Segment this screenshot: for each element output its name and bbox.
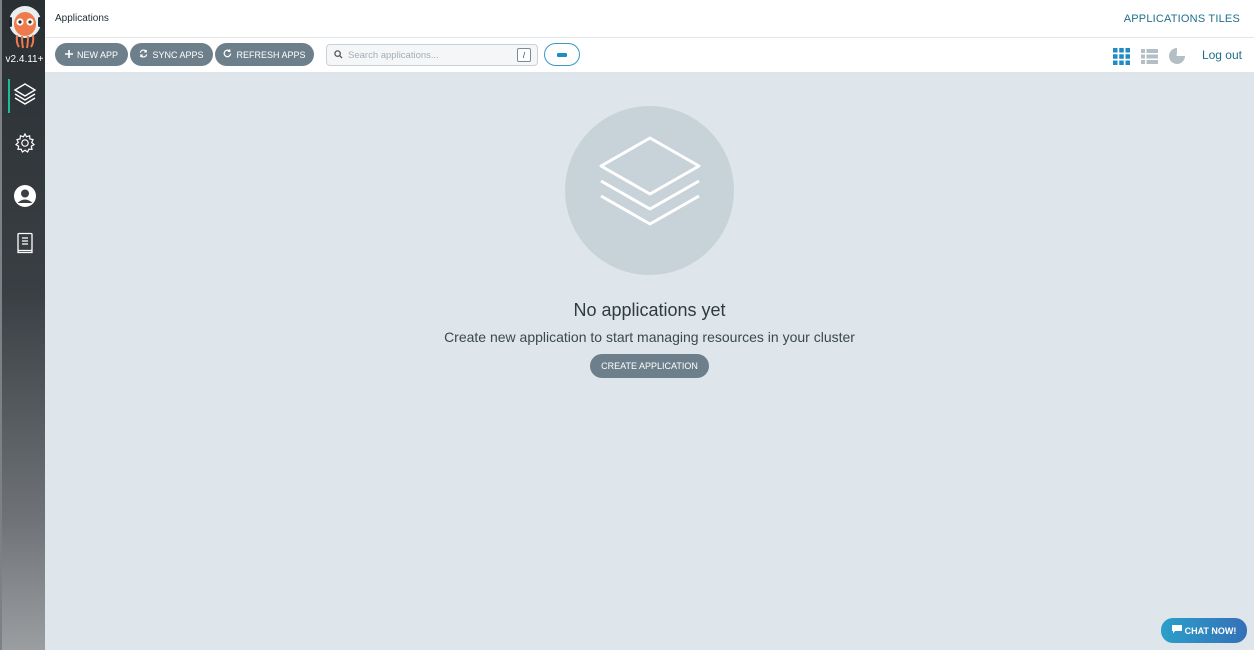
sidebar-item-user-info[interactable] — [6, 181, 44, 215]
sidebar-item-documentation[interactable] — [6, 228, 44, 262]
tiles-view-icon[interactable] — [1112, 47, 1130, 65]
top-bar: Applications APPLICATIONS TILES — [45, 0, 1254, 38]
empty-state-illustration — [565, 106, 734, 275]
chat-now-label: CHAT NOW! — [1184, 625, 1237, 636]
logout-link[interactable]: Log out — [1202, 48, 1242, 62]
sync-apps-button[interactable]: SYNC APPS — [130, 43, 213, 66]
user-icon — [13, 184, 37, 213]
new-app-label: NEW APP — [77, 49, 119, 60]
argo-logo-icon[interactable] — [7, 5, 43, 49]
sync-apps-label: SYNC APPS — [152, 49, 204, 60]
docs-icon — [16, 232, 34, 259]
view-title: APPLICATIONS TILES — [1123, 13, 1240, 25]
main-content: No applications yet Create new applicati… — [45, 73, 1254, 650]
search-icon — [334, 46, 343, 64]
new-app-button[interactable]: NEW APP — [55, 43, 128, 66]
sidebar-item-applications[interactable] — [6, 79, 44, 113]
empty-state-subtitle: Create new application to start managing… — [444, 329, 855, 345]
minus-icon — [557, 52, 567, 57]
search-input[interactable] — [348, 49, 508, 61]
chat-bubble-icon — [1171, 625, 1182, 636]
sidebar-item-settings[interactable] — [6, 128, 44, 162]
filters-toggle-button[interactable] — [544, 43, 580, 66]
refresh-icon — [223, 49, 232, 60]
chat-now-button[interactable]: CHAT NOW! — [1161, 618, 1247, 643]
list-view-icon[interactable] — [1140, 47, 1158, 65]
toolbar: NEW APP SYNC APPS REFRESH APPS / — [45, 38, 1254, 73]
search-box: / — [326, 44, 538, 66]
sync-icon — [139, 49, 148, 60]
sidebar: v2.4.11+ — [0, 0, 45, 650]
refresh-apps-label: REFRESH APPS — [236, 49, 306, 60]
page-title: Applications — [55, 13, 109, 24]
version-label: v2.4.11+ — [5, 54, 44, 65]
search-shortcut-key: / — [517, 48, 531, 62]
refresh-apps-button[interactable]: REFRESH APPS — [215, 43, 314, 66]
summary-pie-icon[interactable] — [1168, 47, 1186, 65]
layers-icon — [598, 136, 702, 245]
create-application-button[interactable]: CREATE APPLICATION — [590, 354, 709, 378]
empty-state-title: No applications yet — [573, 300, 726, 320]
view-mode-switcher — [1112, 47, 1186, 65]
plus-icon — [65, 49, 73, 60]
gear-icon — [14, 132, 36, 159]
layers-icon — [12, 81, 38, 112]
